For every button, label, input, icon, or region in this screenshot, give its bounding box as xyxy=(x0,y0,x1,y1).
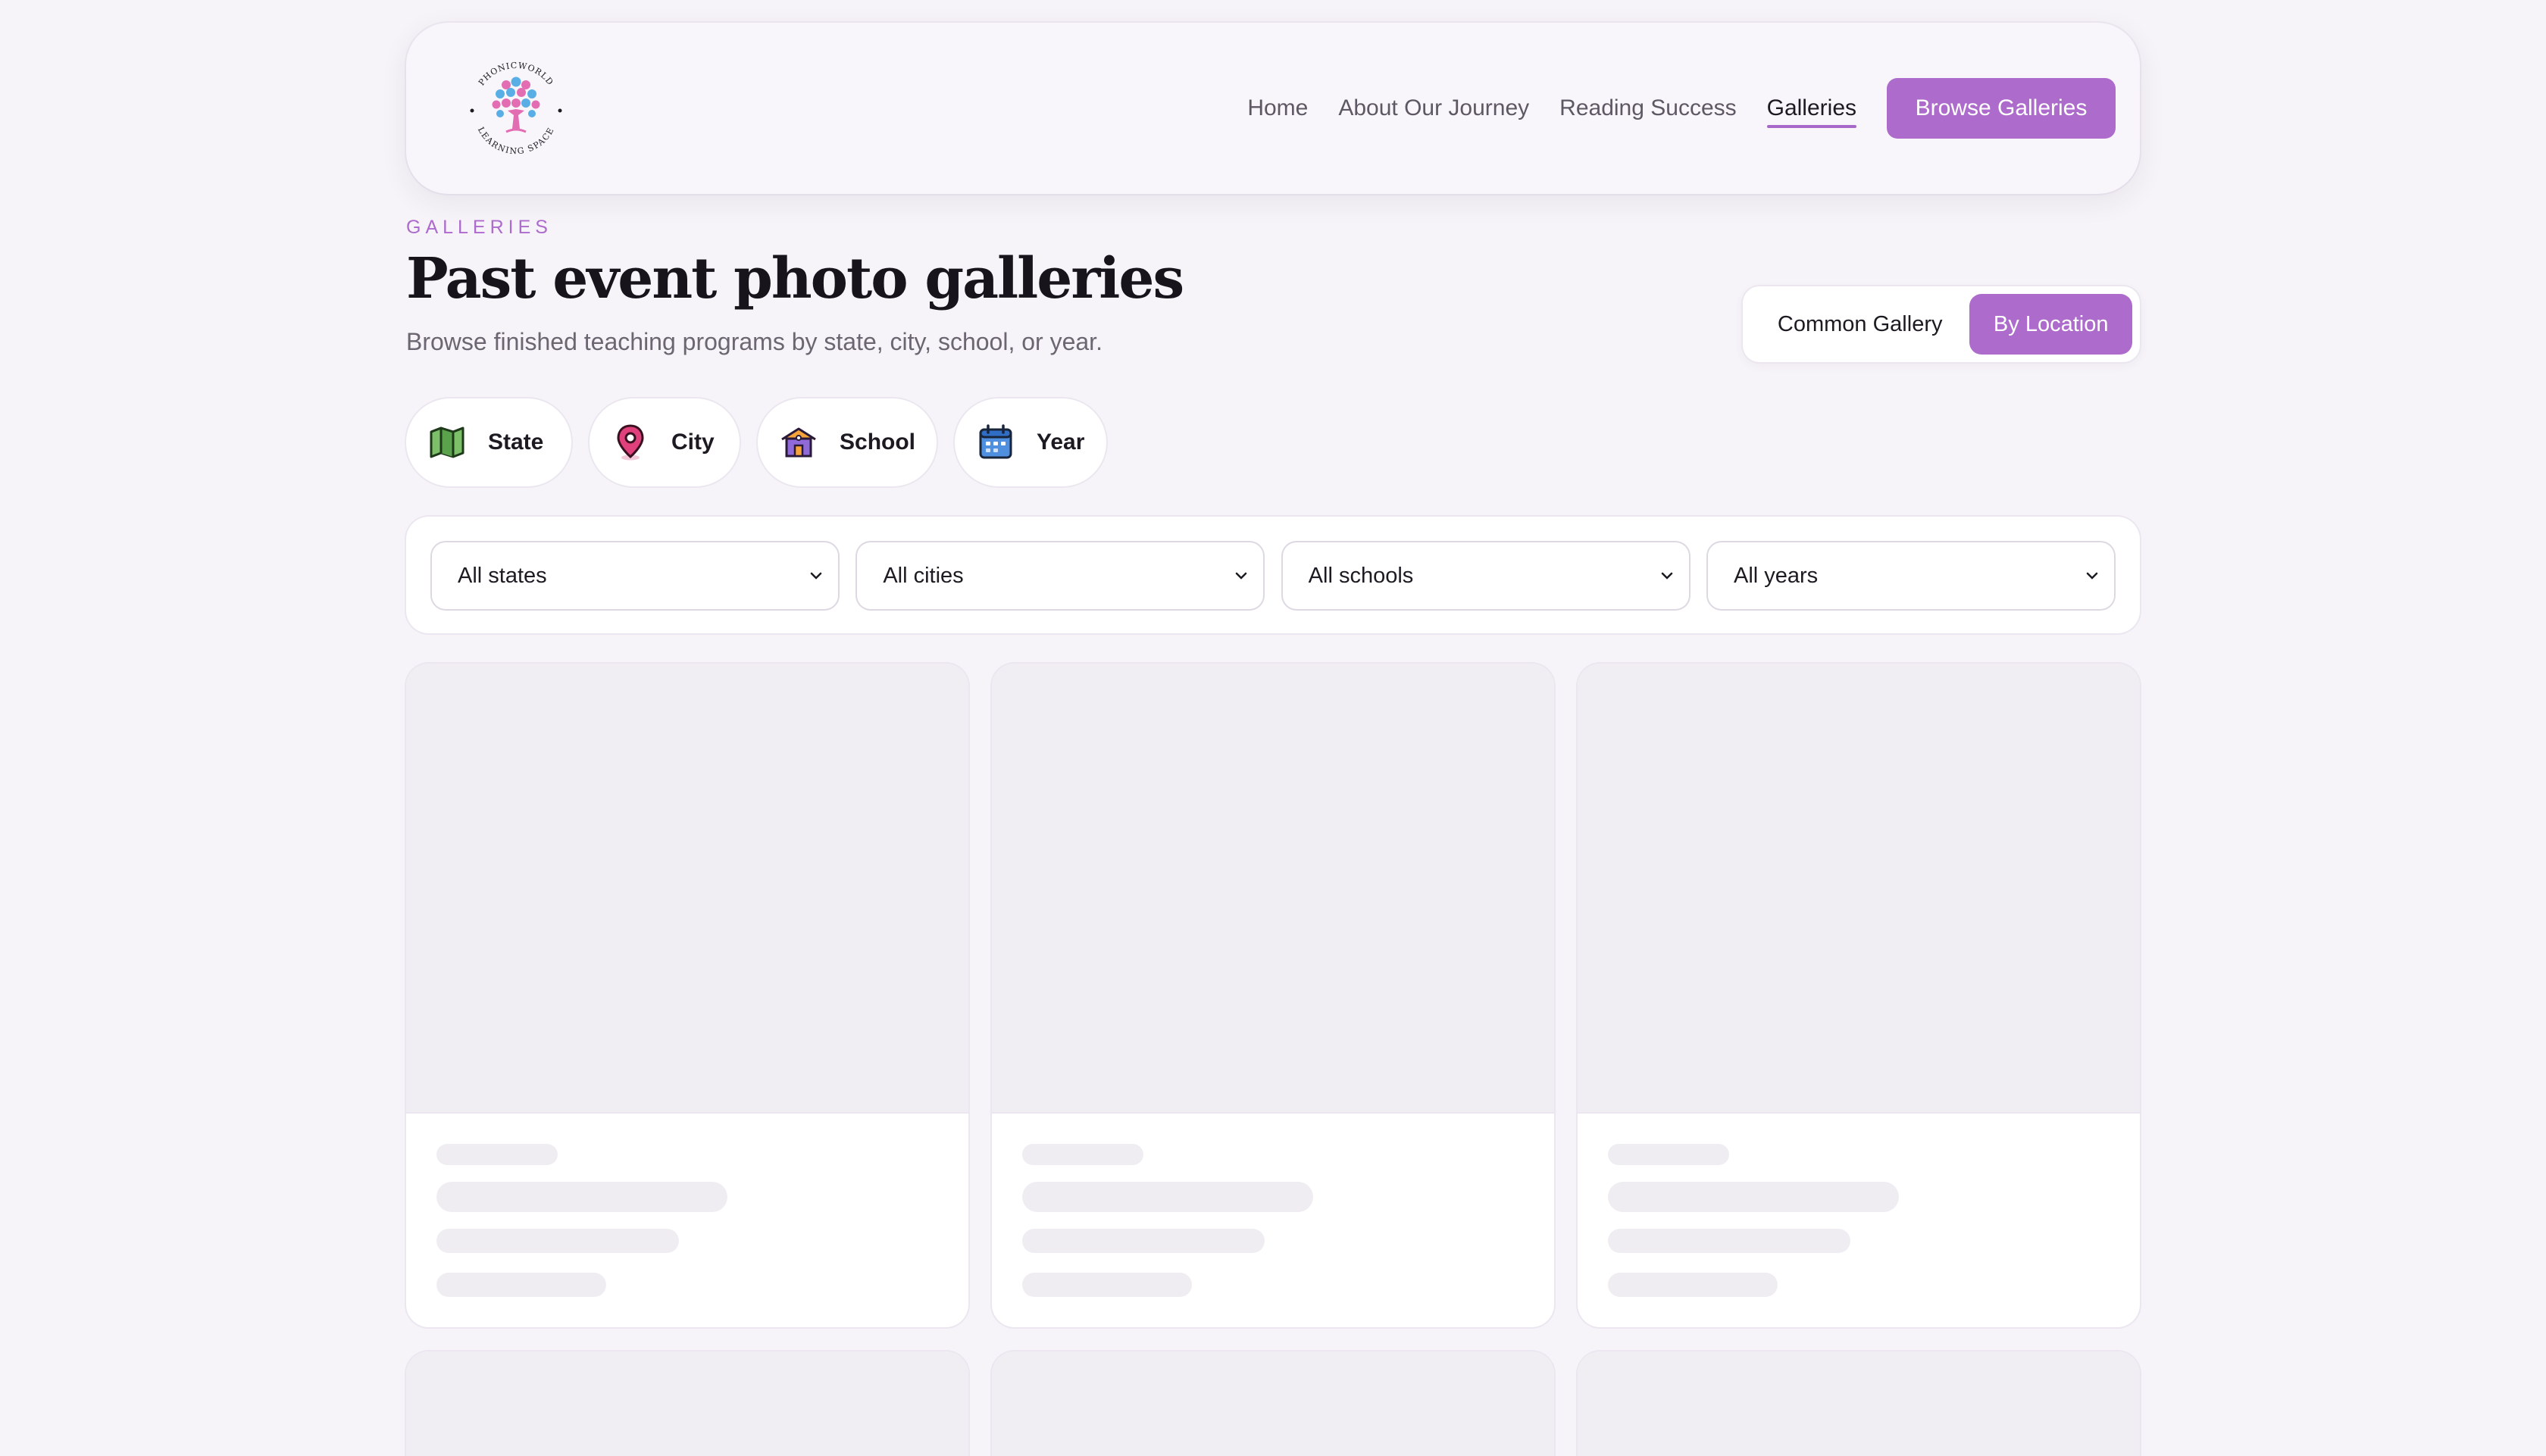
filter-bar: All states All cities All schools All ye… xyxy=(406,517,2140,633)
skeleton-line xyxy=(436,1273,606,1297)
skeleton-line xyxy=(1608,1144,1729,1165)
nav-reading-success[interactable]: Reading Success xyxy=(1559,78,1736,139)
card-image-placeholder xyxy=(992,664,1554,1114)
school-house-icon xyxy=(779,423,818,462)
chip-year[interactable]: Year xyxy=(955,398,1106,486)
page-title: Past event photo galleries xyxy=(406,246,1184,311)
gallery-card-skeleton xyxy=(1578,1351,2140,1456)
map-pin-icon xyxy=(611,423,650,462)
gallery-view-toggle: Common Gallery By Location xyxy=(1743,286,2140,362)
skeleton-line xyxy=(1022,1182,1313,1212)
nav-home[interactable]: Home xyxy=(1247,78,1308,139)
chip-year-label: Year xyxy=(1037,430,1085,455)
chevron-down-icon xyxy=(1661,572,1672,580)
map-icon xyxy=(427,423,467,462)
skeleton-line xyxy=(1022,1273,1192,1297)
chip-city-label: City xyxy=(671,430,715,455)
state-select-value: All states xyxy=(458,563,547,588)
school-select[interactable]: All schools xyxy=(1282,542,1689,609)
page-subtitle: Browse finished teaching programs by sta… xyxy=(406,328,1103,355)
state-select[interactable]: All states xyxy=(432,542,838,609)
skeleton-line xyxy=(1022,1144,1143,1165)
chip-school-label: School xyxy=(840,430,916,455)
skeleton-line xyxy=(436,1144,558,1165)
school-select-value: All schools xyxy=(1308,563,1414,588)
year-select[interactable]: All years xyxy=(1707,542,2114,609)
skeleton-line xyxy=(436,1182,727,1212)
skeleton-line xyxy=(1608,1182,1899,1212)
card-image-placeholder xyxy=(992,1351,1554,1456)
by-location-toggle[interactable]: By Location xyxy=(1969,294,2132,355)
gallery-card-skeleton xyxy=(992,664,1554,1327)
skeleton-line xyxy=(1022,1229,1265,1253)
card-image-placeholder xyxy=(406,664,968,1114)
city-select-value: All cities xyxy=(883,563,964,588)
tree-of-hearts-logo-icon: PHONICWORLD LEARNING SPACE xyxy=(470,61,562,156)
chevron-down-icon xyxy=(1236,572,1247,580)
filter-chips: State City School Year xyxy=(406,398,1124,486)
gallery-card-skeleton xyxy=(406,664,968,1327)
chip-state-label: State xyxy=(488,430,544,455)
chip-state[interactable]: State xyxy=(406,398,571,486)
skeleton-line xyxy=(1608,1229,1850,1253)
skeleton-line xyxy=(436,1229,679,1253)
chip-school[interactable]: School xyxy=(758,398,937,486)
year-select-value: All years xyxy=(1733,563,1819,588)
browse-galleries-button[interactable]: Browse Galleries xyxy=(1887,78,2116,139)
chevron-down-icon xyxy=(2086,572,2098,580)
logo[interactable]: PHONICWORLD LEARNING SPACE xyxy=(461,53,571,164)
main-nav: Home About Our Journey Reading Success G… xyxy=(1247,78,2116,139)
nav-galleries[interactable]: Galleries xyxy=(1766,78,1857,139)
chip-city[interactable]: City xyxy=(590,398,740,486)
gallery-card-skeleton xyxy=(1578,664,2140,1327)
nav-about-our-journey[interactable]: About Our Journey xyxy=(1338,78,1529,139)
gallery-card-skeleton xyxy=(992,1351,1554,1456)
site-header: PHONICWORLD LEARNING SPACE Home About Ou… xyxy=(406,23,2140,194)
card-image-placeholder xyxy=(406,1351,968,1456)
section-eyebrow: GALLERIES xyxy=(406,217,552,238)
skeleton-line xyxy=(1608,1273,1778,1297)
chevron-down-icon xyxy=(810,572,822,580)
card-image-placeholder xyxy=(1578,1351,2140,1456)
calendar-icon xyxy=(976,423,1015,462)
card-image-placeholder xyxy=(1578,664,2140,1114)
gallery-card-skeleton xyxy=(406,1351,968,1456)
common-gallery-toggle[interactable]: Common Gallery xyxy=(1750,294,1969,355)
city-select[interactable]: All cities xyxy=(857,542,1264,609)
